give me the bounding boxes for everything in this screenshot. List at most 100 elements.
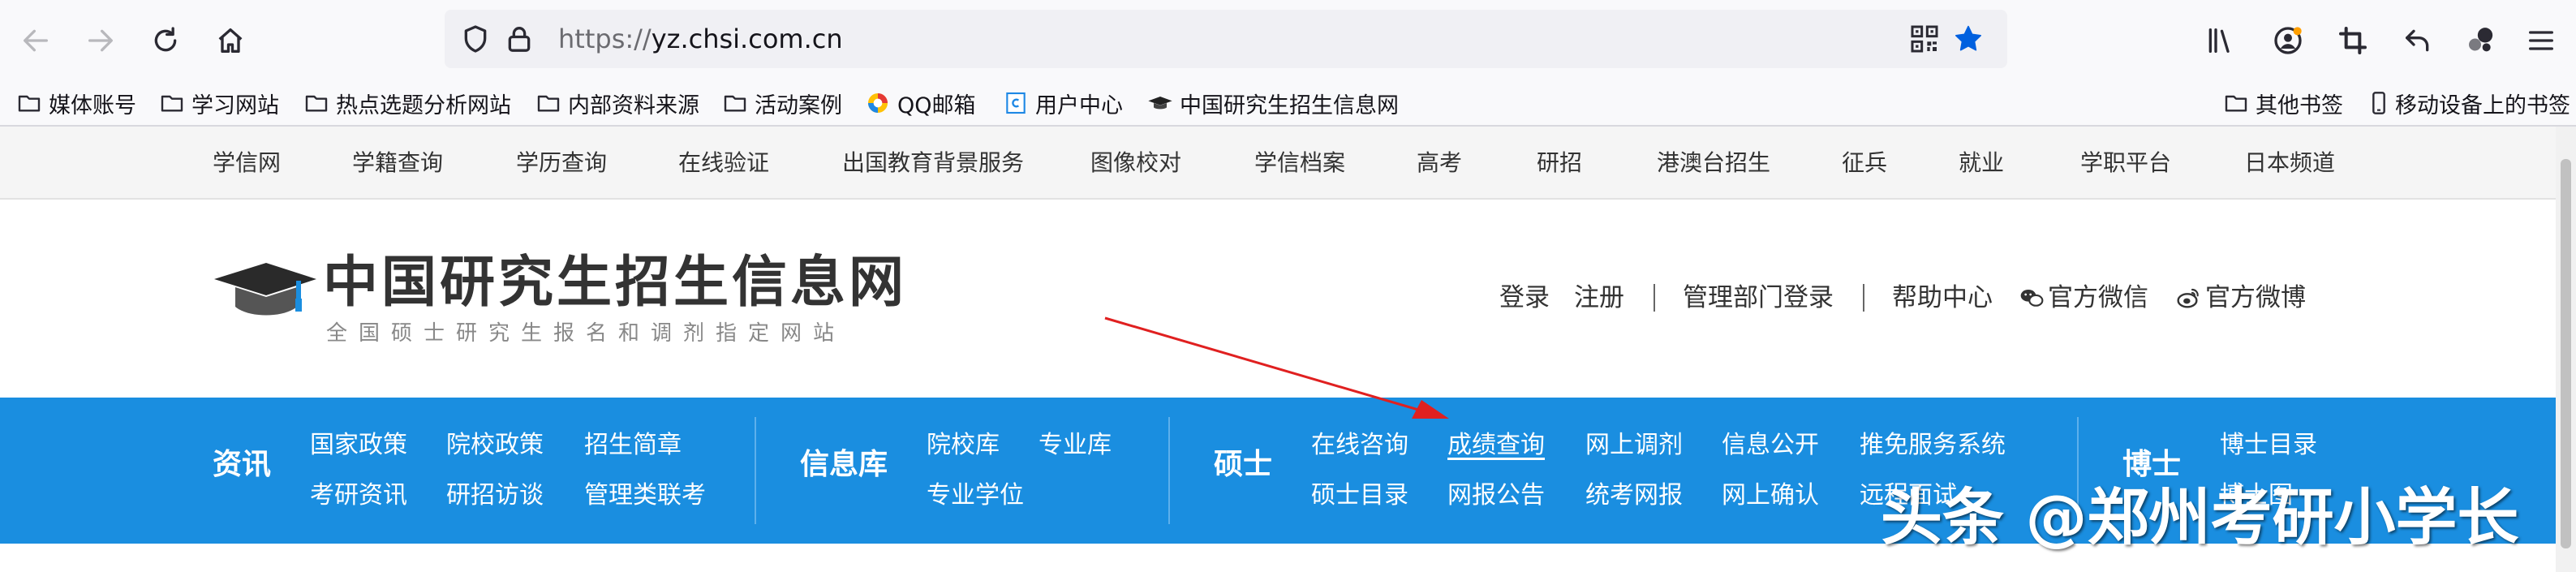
weibo-link[interactable]: 官方微博 (2176, 281, 2306, 315)
menu-link[interactable]: 国家政策 (310, 428, 407, 462)
bookmark-user-center[interactable]: 用户中心 (1003, 86, 1123, 120)
url-bar[interactable]: https://yz.chsi.com.cn (445, 10, 2007, 68)
menu-link[interactable]: 院校库 (927, 428, 1000, 462)
score-query-link[interactable]: 成绩查询 (1447, 428, 1545, 462)
menu-link[interactable]: 院校政策 (446, 428, 544, 462)
star-icon[interactable] (1952, 23, 1985, 55)
menu-link[interactable]: 博士目录 (2220, 428, 2317, 462)
wechat-link[interactable]: 官方微信 (2019, 281, 2148, 315)
bookmark-label: 活动案例 (755, 92, 842, 118)
menu-heading-news[interactable]: 资讯 (213, 446, 271, 484)
menu-link[interactable]: 在线咨询 (1311, 428, 1408, 462)
top-nav-link[interactable]: 学籍查询 (352, 144, 443, 182)
back-arrow-icon (24, 29, 48, 52)
bookmark-chsi[interactable]: 中国研究生招生信息网 (1147, 86, 1399, 120)
top-nav-link[interactable]: 学历查询 (516, 144, 607, 182)
menu-link[interactable]: 考研资讯 (310, 479, 407, 513)
bookmark-other[interactable]: 其他书签 (2223, 86, 2343, 120)
menu-link[interactable]: 研招访谈 (446, 479, 544, 513)
top-nav-link[interactable]: 就业 (1959, 144, 2004, 182)
reload-button[interactable] (141, 16, 190, 65)
folder-icon (303, 90, 329, 116)
user-center-icon (1003, 90, 1029, 116)
top-nav-link[interactable]: 学职平台 (2080, 144, 2171, 182)
bookmark-label: 用户中心 (1035, 92, 1123, 118)
menu-link[interactable]: 专业学位 (927, 479, 1024, 513)
lock-icon[interactable] (503, 23, 535, 55)
library-button[interactable] (2195, 16, 2244, 65)
bookmark-label: 其他书签 (2256, 92, 2343, 118)
back-button[interactable] (11, 16, 60, 65)
site-name: 中国研究生招生信息网 (323, 250, 908, 315)
qq-mail-icon (865, 90, 891, 116)
menu-link[interactable]: 管理类联考 (584, 479, 706, 513)
bookmark-label: 媒体账号 (49, 92, 136, 118)
bookmark-folder[interactable]: 内部资料来源 (535, 86, 699, 120)
forward-button[interactable] (76, 16, 125, 65)
url-protocol: https:// (558, 24, 652, 54)
admin-login-link[interactable]: 管理部门登录 (1683, 281, 1834, 315)
top-nav-link[interactable]: 图像校对 (1090, 144, 1181, 182)
account-button[interactable] (2264, 16, 2312, 65)
browser-toolbar: https://yz.chsi.com.cn (0, 0, 2576, 80)
menu-link[interactable]: 信息公开 (1722, 428, 1819, 462)
menu-heading-masters[interactable]: 硕士 (1214, 446, 1272, 484)
mobile-device-icon (2366, 90, 2392, 116)
shield-icon[interactable] (459, 23, 492, 55)
hamburger-menu-icon (2529, 31, 2553, 50)
bookmark-folder[interactable]: 学习网站 (159, 86, 279, 120)
folder-icon (535, 90, 561, 116)
menu-link[interactable]: 网上确认 (1722, 479, 1819, 513)
top-nav-link[interactable]: 港澳台招生 (1657, 144, 1770, 182)
top-nav-link[interactable]: 征兵 (1842, 144, 1887, 182)
undo-button[interactable] (2393, 16, 2442, 65)
bookmark-label: 热点选题分析网站 (336, 92, 511, 118)
bookmark-qq-mail[interactable]: QQ邮箱 (865, 86, 976, 120)
url-text[interactable]: https://yz.chsi.com.cn (558, 20, 843, 58)
top-nav-link[interactable]: 出国教育背景服务 (842, 144, 1024, 182)
bookmark-folder[interactable]: 热点选题分析网站 (303, 86, 511, 120)
qr-code-icon[interactable] (1908, 23, 1941, 55)
top-nav-link[interactable]: 在线验证 (678, 144, 769, 182)
extensions-button[interactable] (2457, 16, 2505, 65)
login-link[interactable]: 登录 (1499, 281, 1550, 315)
page-scrollbar[interactable] (2556, 127, 2576, 572)
header-divider (1863, 284, 1864, 312)
site-logo[interactable]: 中国研究生招生信息网 全国硕士研究生报名和调剂指定网站 (213, 250, 904, 347)
menu-divider (1168, 417, 1170, 524)
menu-link[interactable]: 网上调剂 (1585, 428, 1683, 462)
register-link[interactable]: 注册 (1574, 281, 1624, 315)
screenshot-crop-icon (2339, 27, 2367, 54)
screenshot-button[interactable] (2329, 16, 2377, 65)
top-nav-link[interactable]: 学信档案 (1254, 144, 1345, 182)
graduation-cap-icon (214, 263, 316, 316)
top-nav-link[interactable]: 研招 (1537, 144, 1582, 182)
menu-link[interactable]: 招生简章 (584, 428, 682, 462)
menu-link[interactable]: 网报公告 (1447, 479, 1545, 513)
help-center-link[interactable]: 帮助中心 (1892, 281, 1993, 315)
bookmark-label: QQ邮箱 (897, 92, 976, 118)
undo-icon (2406, 29, 2429, 52)
menu-link[interactable]: 硕士目录 (1311, 479, 1408, 513)
bookmark-label: 内部资料来源 (568, 92, 699, 118)
menu-link[interactable]: 推免服务系统 (1860, 428, 2006, 462)
top-nav-link[interactable]: 高考 (1417, 144, 1462, 182)
bookmark-label: 中国研究生招生信息网 (1180, 92, 1399, 118)
bookmark-folder[interactable]: 活动案例 (722, 86, 842, 120)
bookmark-folder[interactable]: 媒体账号 (16, 86, 136, 120)
site-slogan: 全国硕士研究生报名和调剂指定网站 (326, 321, 846, 346)
menu-button[interactable] (2517, 16, 2565, 65)
bookmark-mobile[interactable]: 移动设备上的书签 (2366, 86, 2570, 120)
site-header: 中国研究生招生信息网 全国硕士研究生报名和调剂指定网站 登录 注册 管理部门登录… (0, 200, 2576, 398)
folder-icon (159, 90, 185, 116)
home-button[interactable] (206, 16, 255, 65)
scrollbar-thumb[interactable] (2561, 159, 2571, 548)
menu-link[interactable]: 统考网报 (1585, 479, 1683, 513)
bookmark-label: 移动设备上的书签 (2395, 92, 2570, 118)
top-nav-link[interactable]: 学信网 (213, 144, 281, 182)
top-nav-link[interactable]: 日本频道 (2244, 144, 2335, 182)
menu-link[interactable]: 专业库 (1039, 428, 1112, 462)
reload-icon (154, 27, 177, 52)
header-divider (1654, 284, 1655, 312)
menu-heading-database[interactable]: 信息库 (800, 446, 888, 484)
